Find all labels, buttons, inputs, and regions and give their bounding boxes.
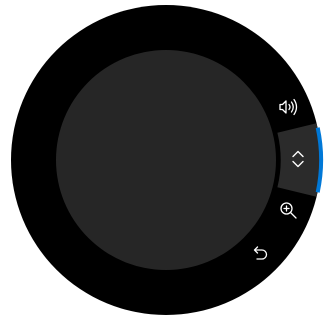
menu-item-scroll[interactable] [282,143,314,175]
menu-item-undo[interactable] [244,237,276,269]
menu-item-volume[interactable] [272,91,304,123]
menu-item-zoom[interactable] [272,194,304,226]
radial-menu-canvas [11,5,324,315]
surface-dial-radial-menu [0,0,333,320]
center-hub[interactable] [56,50,276,270]
